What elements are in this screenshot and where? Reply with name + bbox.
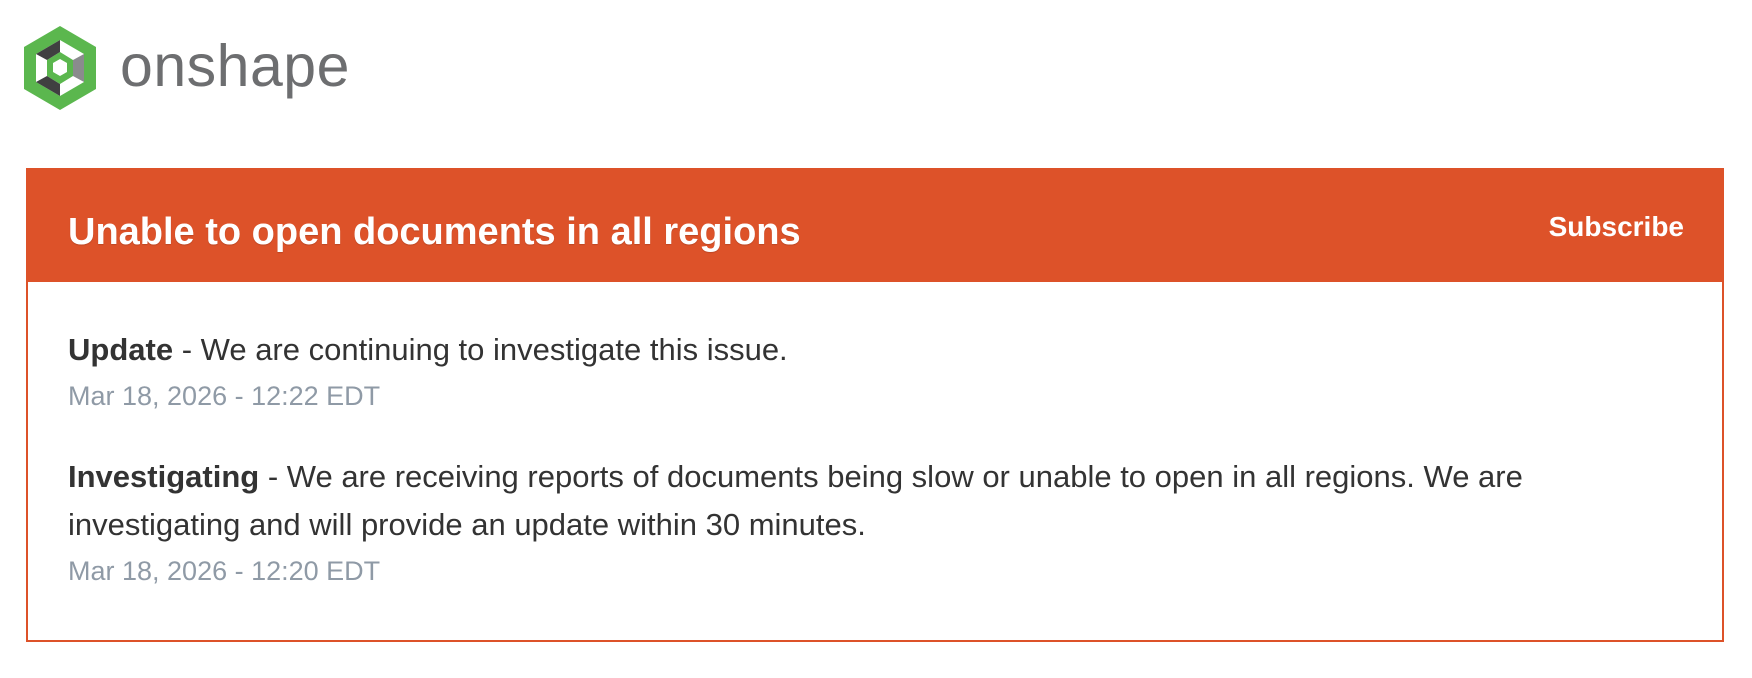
incident-updates: Update - We are continuing to investigat… <box>28 282 1722 587</box>
subscribe-button[interactable]: Subscribe <box>1549 211 1684 243</box>
update-separator: - <box>259 459 287 494</box>
update-separator: - <box>173 332 201 367</box>
incident-panel: Unable to open documents in all regions … <box>26 168 1724 642</box>
update-entry: Update - We are continuing to investigat… <box>68 326 1682 412</box>
update-timestamp: Mar 18, 2026 - 12:22 EDT <box>68 381 381 411</box>
incident-title: Unable to open documents in all regions <box>68 210 801 253</box>
update-timestamp: Mar 18, 2026 - 12:20 EDT <box>68 556 381 586</box>
site-header: onshape <box>24 26 350 110</box>
brand-wordmark[interactable]: onshape <box>120 36 350 96</box>
update-message: We are receiving reports of documents be… <box>68 459 1523 542</box>
update-message: We are continuing to investigate this is… <box>200 332 788 367</box>
update-status: Investigating <box>68 459 260 494</box>
update-entry: Investigating - We are receiving reports… <box>68 453 1682 587</box>
incident-header: Unable to open documents in all regions … <box>28 170 1722 282</box>
update-text: Update - We are continuing to investigat… <box>68 326 1682 374</box>
update-status: Update <box>68 332 174 367</box>
update-text: Investigating - We are receiving reports… <box>68 453 1682 549</box>
onshape-logo-icon[interactable] <box>24 26 96 110</box>
